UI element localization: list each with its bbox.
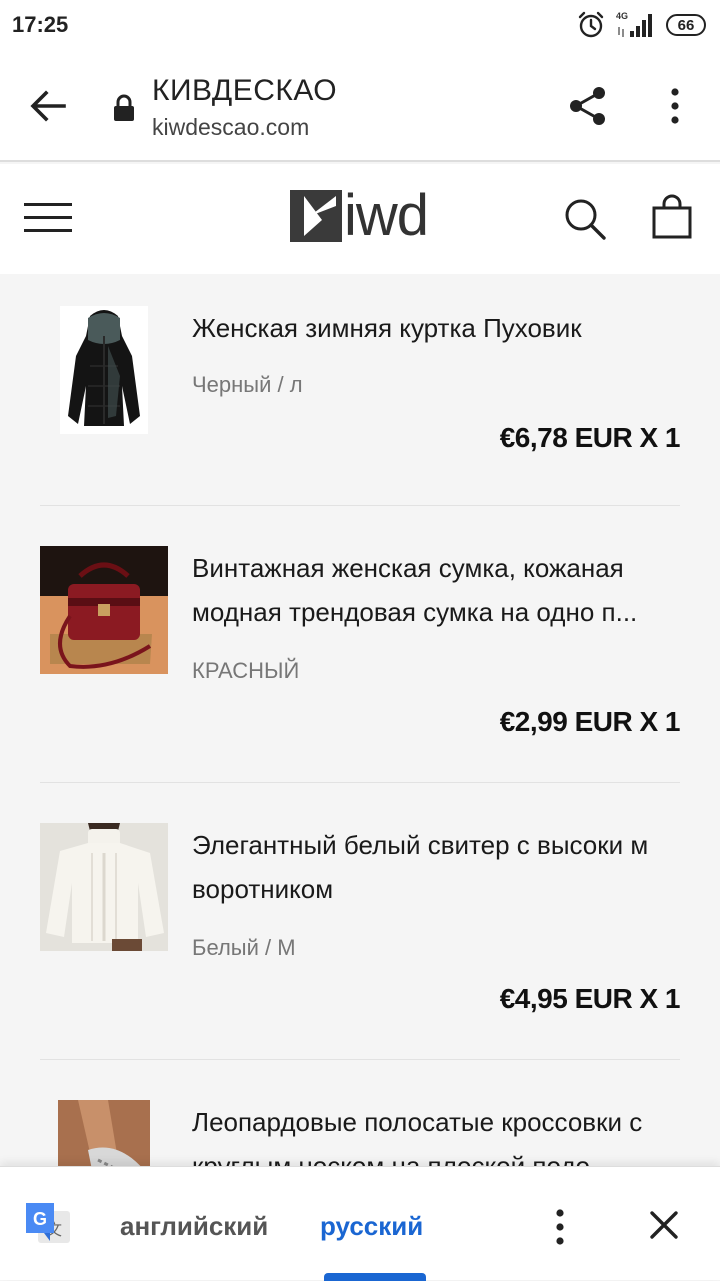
close-icon [650, 1211, 678, 1239]
share-button[interactable] [566, 84, 610, 128]
product-image-handbag[interactable] [40, 546, 168, 674]
battery-icon: 66 [666, 14, 706, 36]
signal-icon: 4G [616, 11, 656, 39]
site-header: iwd [0, 164, 720, 274]
network-type-label: 4G [616, 11, 629, 21]
search-icon [565, 199, 606, 240]
status-time: 17:25 [12, 12, 69, 37]
svg-text:G: G [33, 1209, 47, 1229]
search-button[interactable] [562, 196, 608, 242]
google-translate-icon[interactable]: 文 G [24, 1201, 72, 1249]
share-icon [570, 87, 605, 125]
back-button[interactable] [28, 86, 68, 126]
shopping-bag-icon [652, 194, 692, 239]
target-language-tab[interactable]: русский [320, 1211, 423, 1242]
product-image-sneakers[interactable] [58, 1100, 150, 1174]
item-variant: КРАСНЫЙ [192, 658, 300, 683]
list-item[interactable]: Женская зимняя куртка Пуховик Черный / л… [0, 274, 720, 506]
item-title[interactable]: Элегантный белый свитер с высоки м ворот… [192, 823, 682, 911]
item-title[interactable]: Женская зимняя куртка Пуховик [192, 306, 682, 350]
page-title: КИВДЕСКАО [152, 74, 338, 107]
status-icons: 4G 66 [576, 10, 706, 40]
list-item[interactable]: Винтажная женская сумка, кожаная модная … [0, 506, 720, 783]
custom-tab-toolbar: КИВДЕСКАО kiwdescao.com [0, 50, 720, 162]
translate-bar: 文 G английский русский [0, 1166, 720, 1281]
cart-button[interactable] [650, 194, 694, 240]
back-arrow-icon [30, 90, 66, 122]
item-price: €6,78 EUR X 1 [499, 422, 681, 453]
item-title[interactable]: Винтажная женская сумка, кожаная модная … [192, 546, 682, 634]
hamburger-menu-icon [24, 203, 72, 232]
kiwd-logo-mark [290, 190, 342, 242]
product-image-jacket[interactable] [60, 306, 148, 434]
site-logo[interactable]: iwd [290, 183, 429, 248]
status-bar: 17:25 4G 66 [0, 0, 720, 50]
menu-button[interactable] [24, 200, 72, 236]
item-title[interactable]: Леопардовые полосатые кроссовки с круглы… [192, 1100, 682, 1174]
list-item[interactable]: Элегантный белый свитер с высоки м ворот… [0, 783, 720, 1060]
item-variant: Белый / М [192, 935, 296, 960]
cart-items-list[interactable]: Женская зимняя куртка Пуховик Черный / л… [0, 274, 720, 1174]
translate-options-button[interactable] [546, 1207, 574, 1247]
logo-text: iwd [344, 183, 429, 248]
list-item[interactable]: Леопардовые полосатые кроссовки с круглы… [0, 1060, 720, 1174]
source-language-tab[interactable]: английский [120, 1211, 268, 1242]
item-price: €4,95 EUR X 1 [499, 983, 681, 1014]
page-url: kiwdescao.com [152, 114, 310, 140]
product-image-sweater[interactable] [40, 823, 168, 951]
close-translate-button[interactable] [646, 1207, 682, 1243]
item-variant: Черный / л [192, 372, 303, 397]
lock-icon [112, 94, 136, 122]
alarm-icon [576, 10, 606, 40]
more-vert-icon [671, 88, 679, 124]
more-options-button[interactable] [660, 86, 690, 126]
more-vert-icon [556, 1209, 564, 1245]
item-price: €2,99 EUR X 1 [499, 706, 681, 737]
